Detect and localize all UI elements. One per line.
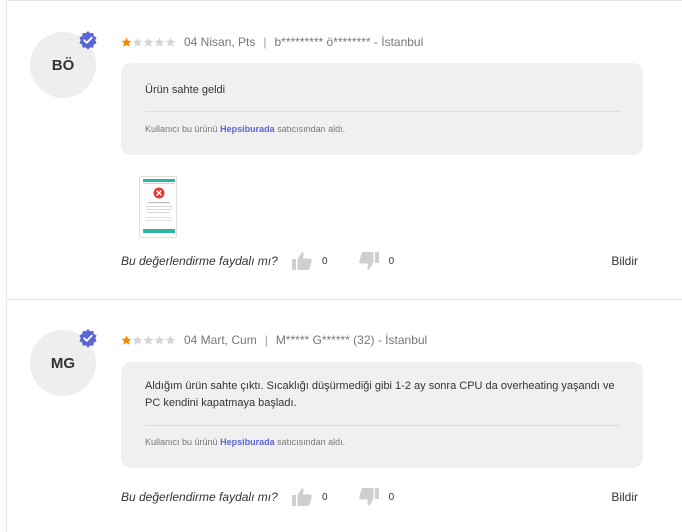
review-card: MG 04 Mart, Cum | M***** G****** (32) - …	[6, 299, 682, 532]
star-filled-icon	[121, 36, 132, 47]
review-date: 04 Nisan, Pts	[184, 35, 256, 49]
review-date: 04 Mart, Cum	[184, 333, 257, 347]
star-empty-icon	[132, 334, 143, 345]
seller-suffix: satıcısından aldı.	[277, 437, 346, 447]
verified-badge-icon	[79, 329, 97, 348]
review-card: BÖ 04 Nisan, Pts | b********* ö******** …	[6, 0, 682, 298]
seller-suffix: satıcısından aldı.	[277, 124, 346, 134]
star-empty-icon	[154, 334, 165, 345]
thumbs-down-icon	[358, 488, 379, 506]
like-button[interactable]: 0	[291, 251, 328, 271]
review-bubble: Aldığım ürün sahte çıktı. Sıcaklığı düşü…	[121, 362, 643, 468]
review-text: Ürün sahte geldi	[145, 84, 226, 96]
like-button[interactable]: 0	[291, 487, 328, 507]
report-button[interactable]: Bildir	[611, 490, 638, 504]
star-filled-icon	[121, 334, 132, 345]
helpful-feedback: Bu değerlendirme faydalı mı? 0 0 Bildir	[121, 486, 638, 508]
avatar: MG	[30, 329, 97, 396]
thumbs-down-icon	[358, 252, 379, 270]
like-count: 0	[322, 255, 328, 267]
review-meta: 04 Nisan, Pts | b********* ö******** - İ…	[121, 34, 423, 50]
star-empty-icon	[165, 334, 176, 345]
review-photo-image	[140, 177, 176, 237]
meta-separator: |	[263, 35, 267, 49]
star-empty-icon	[143, 334, 154, 345]
thumbs-up-icon	[292, 488, 312, 506]
review-bubble: Ürün sahte geldi Kullanıcı bu ürünü Heps…	[121, 63, 643, 155]
divider	[145, 425, 619, 426]
helpful-question: Bu değerlendirme faydalı mı?	[121, 254, 278, 268]
star-empty-icon	[154, 36, 165, 47]
avatar-initials: MG	[50, 354, 76, 372]
dislike-count: 0	[388, 255, 395, 267]
seller-info: Kullanıcı bu ürünü Hepsiburada satıcısın…	[145, 437, 345, 447]
seller-link[interactable]: Hepsiburada	[220, 437, 275, 447]
helpful-question: Bu değerlendirme faydalı mı?	[121, 490, 278, 504]
star-empty-icon	[132, 36, 143, 47]
seller-info: Kullanıcı bu ürünü Hepsiburada satıcısın…	[145, 124, 345, 134]
seller-prefix: Kullanıcı bu ürünü	[145, 124, 218, 134]
review-text: Aldığım ürün sahte çıktı. Sıcaklığı düşü…	[145, 380, 615, 409]
like-count: 0	[322, 491, 328, 503]
divider	[145, 111, 619, 112]
report-button[interactable]: Bildir	[611, 254, 638, 268]
helpful-feedback: Bu değerlendirme faydalı mı? 0 0 Bildir	[121, 250, 638, 272]
rating-stars	[121, 36, 176, 48]
avatar: BÖ	[30, 31, 97, 98]
review-photo-thumbnail[interactable]	[139, 176, 177, 238]
verified-badge-icon	[79, 31, 97, 50]
avatar-initials: BÖ	[51, 56, 75, 74]
seller-link[interactable]: Hepsiburada	[220, 124, 275, 134]
thumbs-up-icon	[292, 252, 312, 270]
review-author: M***** G****** (32) - İstanbul	[275, 333, 428, 347]
review-author: b********* ö******** - İstanbul	[274, 35, 424, 49]
review-meta: 04 Mart, Cum | M***** G****** (32) - İst…	[121, 332, 427, 348]
seller-prefix: Kullanıcı bu ürünü	[145, 437, 218, 447]
dislike-button[interactable]: 0	[358, 487, 395, 507]
meta-separator: |	[264, 333, 268, 347]
star-empty-icon	[165, 36, 176, 47]
rating-stars	[121, 334, 176, 346]
star-empty-icon	[143, 36, 154, 47]
dislike-count: 0	[388, 491, 395, 503]
dislike-button[interactable]: 0	[358, 251, 395, 271]
